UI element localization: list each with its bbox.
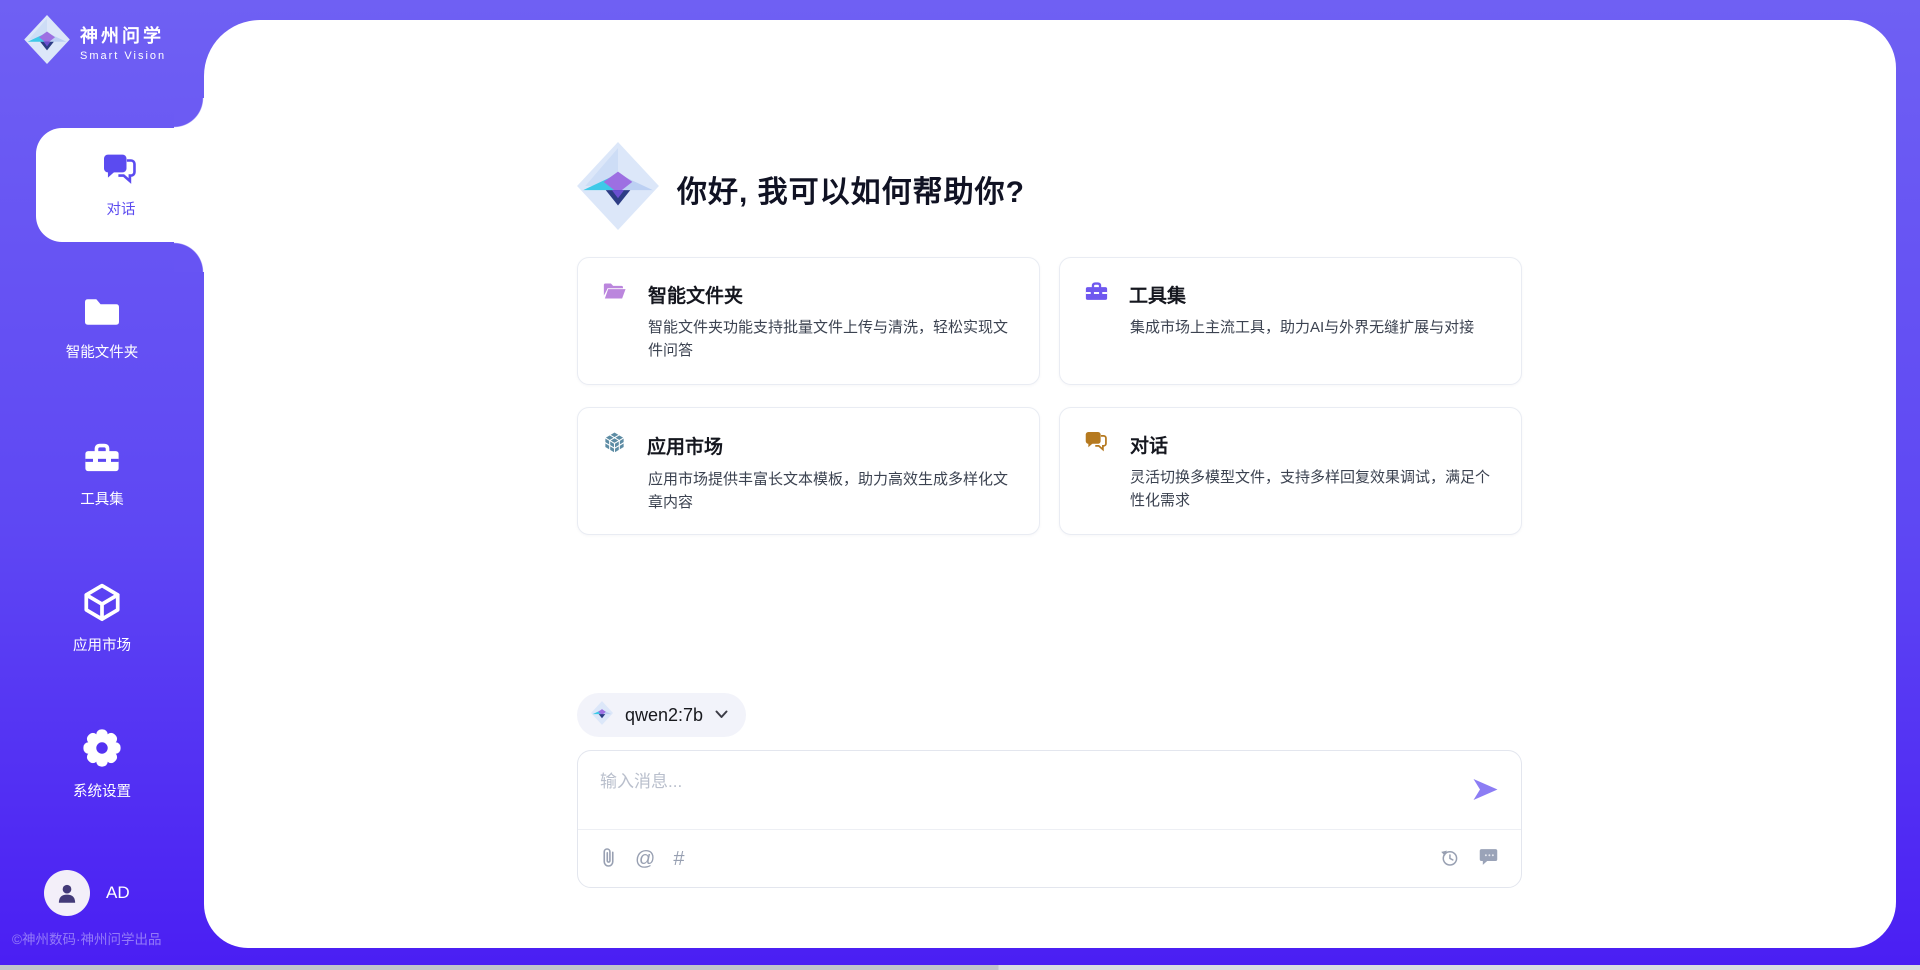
card-chat[interactable]: 对话 灵活切换多模型文件，支持多样回复效果调试，满足个性化需求 (1059, 407, 1522, 535)
message-composer: @ # (577, 750, 1522, 888)
send-icon[interactable] (1472, 777, 1499, 807)
brand-name: 神州问学 (80, 22, 166, 48)
avatar (44, 870, 90, 916)
hash-icon[interactable]: # (673, 849, 684, 869)
tab-curve-bottom (174, 242, 204, 272)
card-description: 灵活切换多模型文件，支持多样回复效果调试，满足个性化需求 (1130, 467, 1497, 512)
tab-curve-top (174, 98, 204, 128)
copyright-footer: ©神州数码·神州问学出品 (12, 928, 196, 948)
composer-toolbar: @ # (600, 830, 1499, 888)
message-input[interactable] (600, 767, 1440, 823)
user-profile[interactable]: AD (44, 870, 130, 916)
sidebar: 神州问学 Smart Vision 对话 智能文件夹 (0, 0, 204, 970)
card-description: 集成市场上主流工具，助力AI与外界无缝扩展与对接 (1130, 317, 1497, 340)
folder-icon (82, 295, 122, 333)
brand-logo-icon (24, 15, 70, 69)
model-name: qwen2:7b (625, 705, 703, 726)
folder-open-icon (602, 280, 628, 308)
brand-subtitle: Smart Vision (80, 50, 166, 62)
screen-edge-bar (0, 965, 1920, 970)
user-name: AD (106, 883, 130, 903)
mention-icon[interactable]: @ (635, 849, 655, 869)
sidebar-item-label: 智能文件夹 (66, 341, 139, 362)
briefcase-icon (1084, 280, 1109, 308)
sidebar-item-label: 工具集 (80, 488, 124, 509)
sidebar-item-label: 系统设置 (73, 780, 131, 801)
sidebar-item-label: 应用市场 (73, 634, 131, 655)
card-toolset[interactable]: 工具集 集成市场上主流工具，助力AI与外界无缝扩展与对接 (1059, 257, 1522, 385)
sidebar-item-settings[interactable]: 系统设置 (0, 714, 204, 814)
history-icon[interactable] (1439, 847, 1460, 872)
chat-column: 你好, 我可以如何帮助你? 智能文件夹 智能文件夹功能支持批量文件上传与清洗，轻… (577, 0, 1522, 970)
card-title: 工具集 (1129, 281, 1186, 308)
greeting: 你好, 我可以如何帮助你? (577, 142, 1025, 235)
feature-cards: 智能文件夹 智能文件夹功能支持批量文件上传与清洗，轻松实现文件问答 工具集 集成… (577, 257, 1522, 535)
card-smart-folder[interactable]: 智能文件夹 智能文件夹功能支持批量文件上传与清洗，轻松实现文件问答 (577, 257, 1040, 385)
sidebar-item-label: 对话 (107, 198, 136, 219)
card-description: 应用市场提供丰富长文本模板，助力高效生成多样化文章内容 (648, 469, 1015, 514)
sidebar-item-app-market[interactable]: 应用市场 (0, 568, 204, 668)
brand: 神州问学 Smart Vision (24, 15, 166, 69)
card-title: 对话 (1130, 431, 1168, 458)
card-app-market[interactable]: 应用市场 应用市场提供丰富长文本模板，助力高效生成多样化文章内容 (577, 407, 1040, 535)
card-title: 应用市场 (647, 432, 723, 459)
chat-bubbles-icon (101, 152, 141, 191)
greeting-title: 你好, 我可以如何帮助你? (677, 167, 1025, 211)
brand-logo-icon (577, 142, 659, 235)
chat-bubbles-icon (1084, 430, 1110, 458)
feedback-chat-icon[interactable] (1478, 847, 1499, 871)
toolbox-icon (82, 440, 122, 480)
attachment-icon[interactable] (600, 846, 617, 873)
gear-icon (82, 728, 122, 772)
card-title: 智能文件夹 (648, 281, 743, 308)
chevron-down-icon (715, 706, 728, 724)
sidebar-item-toolset[interactable]: 工具集 (0, 424, 204, 524)
cube-icon (82, 582, 122, 626)
card-description: 智能文件夹功能支持批量文件上传与清洗，轻松实现文件问答 (648, 317, 1015, 362)
model-selector[interactable]: qwen2:7b (577, 693, 746, 737)
sidebar-item-smart-folder[interactable]: 智能文件夹 (0, 278, 204, 378)
cube-grid-icon (602, 430, 627, 460)
brand-logo-icon (591, 701, 613, 730)
sidebar-item-chat[interactable]: 对话 (36, 128, 206, 242)
